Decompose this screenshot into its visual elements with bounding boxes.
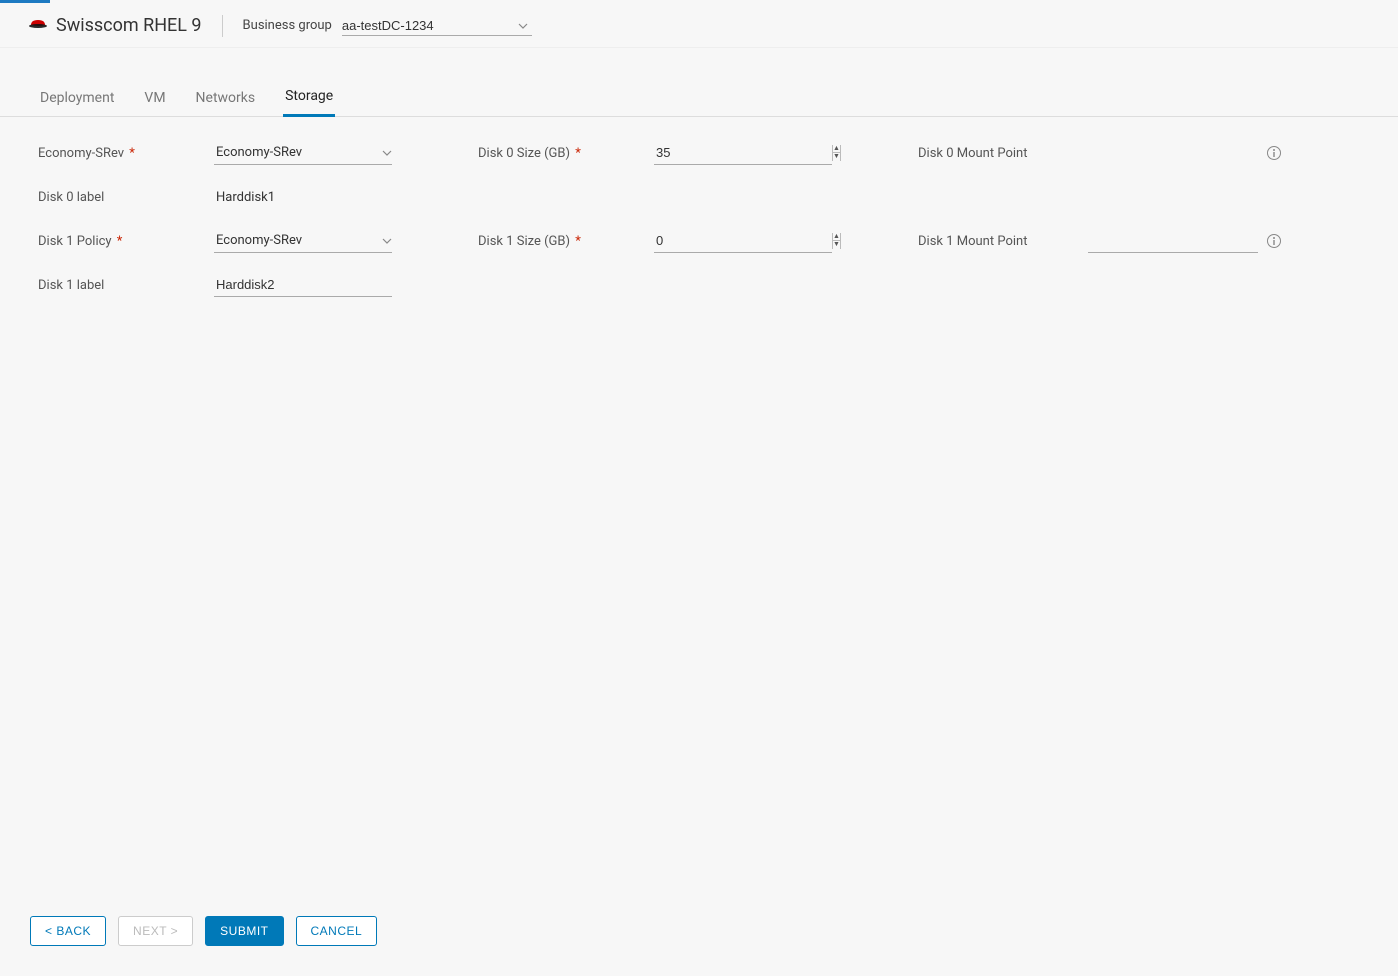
chevron-down-icon [382,236,392,246]
spinner-icon[interactable]: ▲ ▼ [832,233,841,249]
business-group-select[interactable] [342,16,532,36]
tab-vm[interactable]: VM [142,80,167,116]
disk1-size-label: Disk 1 Size (GB) * [478,234,654,249]
disk1-policy-label: Disk 1 Policy * [38,234,214,249]
header-divider [222,15,223,37]
disk0-mount-label: Disk 0 Mount Point [918,146,1088,161]
disk0-policy-label: Economy-SRev * [38,146,214,161]
tab-deployment[interactable]: Deployment [38,80,116,116]
info-icon[interactable] [1266,145,1282,161]
submit-button[interactable]: SUBMIT [205,916,283,946]
tabs: Deployment VM Networks Storage [0,52,1398,117]
back-button[interactable]: < BACK [30,916,106,946]
next-button: NEXT > [118,916,193,946]
disk1-size-value[interactable] [654,233,832,248]
disk1-label-label: Disk 1 label [38,278,214,293]
disk1-size-input[interactable]: ▲ ▼ [654,229,832,253]
disk0-label-value: Harddisk1 [214,190,275,205]
redhat-icon [28,15,48,36]
disk0-size-input[interactable]: ▲ ▼ [654,141,832,165]
disk0-mount-input[interactable] [1088,141,1258,165]
cancel-button[interactable]: CANCEL [296,916,378,946]
page-title: Swisscom RHEL 9 [56,15,202,36]
disk1-policy-select[interactable]: Economy-SRev [214,229,392,253]
spinner-icon[interactable]: ▲ ▼ [832,145,841,161]
spinner-down-icon[interactable]: ▼ [833,153,840,161]
tab-storage[interactable]: Storage [283,78,335,117]
chevron-down-icon [382,148,392,158]
page-header: Swisscom RHEL 9 Business group [0,0,1398,48]
spinner-down-icon[interactable]: ▼ [833,241,840,249]
tab-networks[interactable]: Networks [194,80,258,116]
disk0-size-value[interactable] [654,145,832,160]
disk1-mount-label: Disk 1 Mount Point [918,234,1088,249]
disk1-mount-input[interactable] [1088,229,1258,253]
disk0-policy-select[interactable]: Economy-SRev [214,141,392,165]
disk0-size-label: Disk 0 Size (GB) * [478,146,654,161]
info-icon[interactable] [1266,233,1282,249]
business-group-label: Business group [243,18,332,33]
footer-actions: < BACK NEXT > SUBMIT CANCEL [30,916,377,946]
storage-form: Economy-SRev * Economy-SRev Disk 0 Size … [0,117,1398,307]
loading-indicator [0,0,50,3]
business-group-value[interactable] [342,16,532,36]
disk0-label-label: Disk 0 label [38,190,214,205]
disk1-label-input[interactable] [214,273,392,297]
